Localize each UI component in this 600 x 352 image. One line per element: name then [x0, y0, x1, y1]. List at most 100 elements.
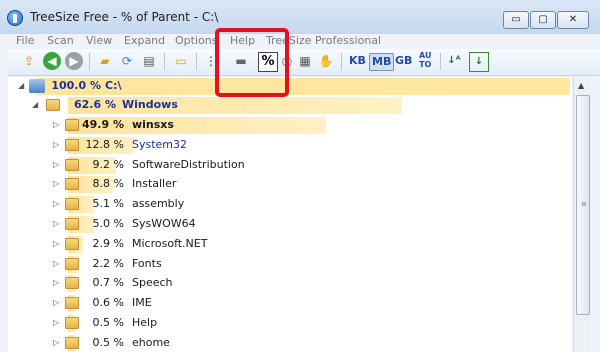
- toolbar: ⇪ ◀ ▶ ▰ ⟳ ▤ ▭ ⋮ ▬ % ◎ ▦ ✋ KB MB GB AU TO…: [8, 49, 600, 76]
- menu-scan[interactable]: Scan: [47, 34, 74, 47]
- expand-arrow-icon[interactable]: ▷: [53, 219, 61, 229]
- expand-arrow-icon[interactable]: ▷: [53, 278, 61, 288]
- vertical-scrollbar[interactable]: ▲ ≡: [573, 77, 591, 352]
- auto-unit-bottom: TO: [419, 60, 432, 69]
- tree-row[interactable]: ▷ 0.7 % Speech: [8, 274, 572, 293]
- tree-row[interactable]: ▷ 49.9 % winsxs: [8, 116, 572, 135]
- minimize-button[interactable]: ▭: [503, 11, 529, 29]
- tree-row[interactable]: ▷ 5.1 % assembly: [8, 195, 572, 214]
- folder-icon: [65, 317, 79, 329]
- percent-label: 2.2 %: [92, 256, 124, 270]
- expand-arrow-icon[interactable]: ▷: [53, 179, 61, 189]
- percent-label: 12.8 %: [85, 137, 124, 151]
- hand-icon[interactable]: ✋: [317, 52, 335, 70]
- expand-arrow-icon[interactable]: ▷: [53, 259, 61, 269]
- folder-icon: [65, 158, 79, 171]
- back-icon[interactable]: ◀: [43, 52, 61, 70]
- refresh-icon[interactable]: ⟳: [118, 52, 136, 70]
- highlight-annotation: [215, 28, 289, 97]
- tree-row[interactable]: ▷ 0.5 % Help: [8, 314, 572, 333]
- percent-label: 2.9 %: [92, 236, 124, 250]
- title-bar: TreeSize Free - % of Parent - C:\ ▭ ▢ ✕: [0, 0, 600, 34]
- percent-label: 0.5 %: [92, 316, 124, 329]
- folder-icon: [65, 178, 79, 191]
- tree-row[interactable]: ▷ 2.2 % Fonts: [8, 255, 572, 274]
- folder-name: Speech: [132, 276, 173, 290]
- folder-name: C:\: [105, 79, 122, 92]
- menu-view[interactable]: View: [86, 34, 112, 47]
- scroll-up-arrow-icon[interactable]: ▲: [578, 81, 584, 90]
- grip-icon: ≡: [581, 200, 587, 208]
- scan-folder-icon[interactable]: ⇪: [20, 52, 38, 70]
- folder-name: Windows: [122, 98, 178, 111]
- maximize-button[interactable]: ▢: [530, 11, 556, 29]
- folder-name: winsxs: [132, 118, 174, 131]
- toolbar-separator: [440, 53, 441, 70]
- toolbar-separator: [89, 53, 90, 70]
- folder-tree: ◢ 100.0 % C:\ ◢ 62.6 % Windows ▷ 49.9 % wi…: [8, 77, 572, 352]
- folder-icon: [65, 336, 79, 349]
- details-grid-icon[interactable]: ▦: [296, 52, 314, 70]
- folder-name: Microsoft.NET: [132, 236, 208, 250]
- folder-icon: [65, 198, 79, 211]
- expand-arrow-icon[interactable]: ▷: [53, 160, 61, 170]
- expand-arrow-icon[interactable]: ▷: [53, 199, 61, 209]
- tree-row[interactable]: ▷ 5.0 % SysWOW64: [8, 215, 572, 234]
- folder-name: ehome: [132, 335, 170, 349]
- expand-arrow-icon[interactable]: ▷: [53, 239, 61, 249]
- sort-alpha-icon[interactable]: ↓ᴬ: [445, 52, 463, 70]
- tree-row[interactable]: ▷ 12.8 % System32: [8, 136, 572, 155]
- print-icon[interactable]: ▤: [140, 52, 158, 70]
- percent-label: 5.0 %: [92, 217, 124, 230]
- menu-file[interactable]: File: [16, 34, 34, 47]
- kb-button[interactable]: KB: [347, 53, 368, 69]
- scrollbar-thumb[interactable]: ≡: [576, 95, 590, 315]
- folder-name: IME: [132, 296, 152, 310]
- folder-name: Fonts: [132, 256, 162, 270]
- percent-label: 5.1 %: [92, 197, 124, 211]
- expand-arrow-icon[interactable]: ▷: [53, 338, 61, 348]
- percent-label: 0.7 %: [92, 276, 124, 290]
- tree-row[interactable]: ▷ 2.9 % Microsoft.NET: [8, 235, 572, 254]
- collapse-arrow-icon[interactable]: ◢: [32, 100, 40, 110]
- expand-arrow-icon[interactable]: ▷: [53, 120, 61, 130]
- menu-expand[interactable]: Expand: [124, 34, 165, 47]
- expand-arrow-icon[interactable]: ▷: [53, 318, 61, 328]
- menu-options[interactable]: Options: [175, 34, 217, 47]
- percent-label: 8.8 %: [92, 177, 124, 191]
- folder-icon: [65, 297, 79, 310]
- percent-label: 9.2 %: [92, 157, 124, 171]
- sort-size-icon[interactable]: ↓: [469, 52, 489, 72]
- tree-row[interactable]: ▷ 8.8 % Installer: [8, 175, 572, 194]
- window-title: TreeSize Free - % of Parent - C:\: [30, 10, 219, 24]
- forward-icon[interactable]: ▶: [65, 52, 83, 70]
- tree-row-windows[interactable]: ◢ 62.6 % Windows: [8, 96, 572, 115]
- folder-icon: [65, 218, 79, 230]
- folder-icon: [65, 138, 79, 151]
- folder-name: SysWOW64: [132, 217, 196, 230]
- percent-label: 100.0 %: [51, 79, 101, 92]
- explorer-icon[interactable]: ▭: [172, 52, 190, 70]
- expand-arrow-icon[interactable]: ▷: [53, 298, 61, 308]
- percent-label: 0.5 %: [92, 335, 124, 349]
- percent-label: 62.6 %: [74, 98, 116, 111]
- auto-unit-button[interactable]: AU TO: [419, 51, 431, 69]
- folder-icon: [65, 237, 79, 250]
- mb-button[interactable]: MB: [369, 53, 395, 71]
- tree-row[interactable]: ▷ 0.5 % ehome: [8, 334, 572, 352]
- percent-label: 0.6 %: [92, 296, 124, 310]
- toolbar-separator: [341, 53, 342, 70]
- tree-row[interactable]: ▷ 9.2 % SoftwareDistribution: [8, 156, 572, 175]
- percent-label: 49.9 %: [82, 118, 124, 131]
- auto-unit-top: AU: [419, 51, 432, 60]
- size-bar: [68, 97, 402, 114]
- tree-row-root[interactable]: ◢ 100.0 % C:\: [8, 77, 572, 96]
- tree-row[interactable]: ▷ 0.6 % IME: [8, 294, 572, 313]
- treesize-window: TreeSize Free - % of Parent - C:\ ▭ ▢ ✕ …: [0, 0, 600, 352]
- close-button[interactable]: ✕: [557, 11, 589, 29]
- expand-arrow-icon[interactable]: ▷: [53, 140, 61, 150]
- folder-icon: [65, 277, 79, 290]
- open-folder-icon[interactable]: ▰: [96, 52, 114, 70]
- folder-name: Help: [132, 316, 158, 329]
- gb-button[interactable]: GB: [393, 53, 414, 69]
